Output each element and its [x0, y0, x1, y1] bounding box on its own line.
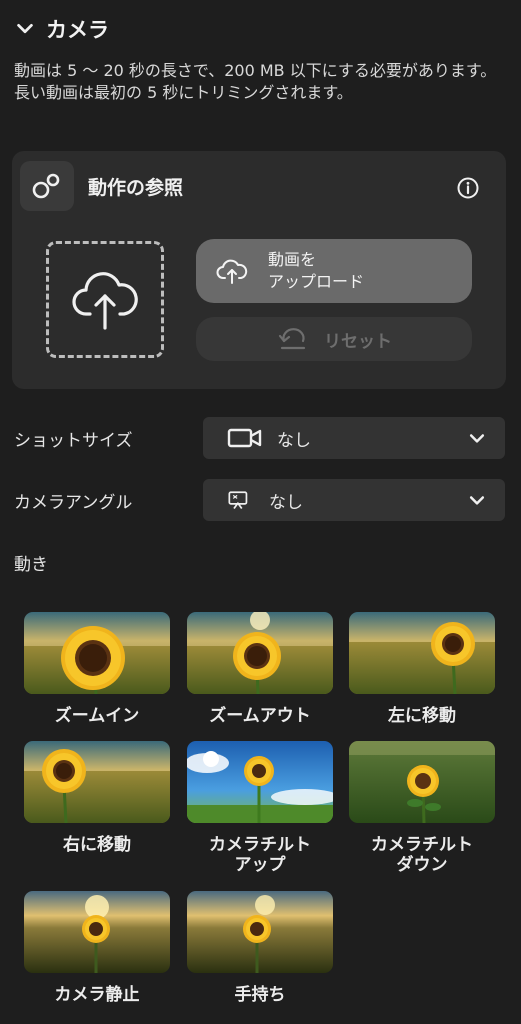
tilt-up-thumbnail	[187, 741, 333, 823]
camera-angle-value: なし	[269, 492, 303, 513]
camera-angle-select[interactable]: なし	[203, 479, 505, 521]
chevron-down-icon	[469, 496, 485, 505]
camera-section-toggle[interactable]: カメラ	[14, 14, 109, 44]
chevron-down-icon	[469, 434, 485, 443]
movement-item-label: 右に移動	[63, 835, 131, 855]
description-text: 動画は 5 〜 20 秒の長さで、200 MB 以下にする必要があります。長い動…	[14, 61, 497, 102]
video-camera-icon	[227, 428, 262, 448]
movement-item-label: カメラチルト	[371, 835, 473, 855]
movement-item-label-line2: アップ	[234, 855, 286, 875]
movement-static[interactable]: カメラ静止	[24, 891, 170, 1005]
movement-move-right[interactable]: 右に移動	[24, 741, 170, 855]
movement-item-label: 左に移動	[388, 706, 456, 726]
card-title: 動作の参照	[88, 177, 184, 199]
reset-button[interactable]: リセット	[196, 317, 472, 361]
movement-item-label-line2: ダウン	[396, 855, 448, 875]
movement-handheld[interactable]: 手持ち	[187, 891, 333, 1005]
zoom-out-thumbnail	[187, 612, 333, 694]
camera-angle-icon	[228, 491, 248, 510]
movement-item-label: 手持ち	[234, 985, 286, 1005]
movement-label: 動き	[14, 555, 48, 575]
chevron-down-icon	[17, 23, 33, 34]
movement-tilt-up[interactable]: カメラチルト アップ	[187, 741, 333, 875]
movement-tilt-down[interactable]: カメラチルト ダウン	[349, 741, 495, 875]
movement-item-label: カメラチルト	[209, 835, 311, 855]
zoom-in-thumbnail	[24, 612, 170, 694]
shot-size-select[interactable]: なし	[203, 417, 505, 459]
reset-button-label: リセット	[324, 331, 392, 352]
motion-reference-icon	[20, 161, 74, 211]
movement-item-label: カメラ静止	[54, 985, 140, 1005]
upload-dropzone[interactable]	[46, 241, 164, 358]
movement-zoom-out[interactable]: ズームアウト	[187, 612, 333, 726]
motion-reference-card: 動作の参照 動画を アップロード リセット	[12, 151, 506, 389]
info-icon[interactable]	[456, 176, 480, 200]
section-title: カメラ	[46, 18, 109, 42]
shot-size-value: なし	[277, 430, 311, 451]
movement-item-label: ズームイン	[54, 706, 140, 726]
shot-size-label: ショットサイズ	[14, 431, 133, 451]
camera-angle-label: カメラアングル	[14, 493, 133, 513]
static-thumbnail	[24, 891, 170, 973]
reset-icon	[278, 328, 306, 350]
upload-video-button[interactable]: 動画を アップロード	[196, 239, 472, 303]
cloud-upload-icon	[216, 259, 248, 284]
move-left-thumbnail	[349, 612, 495, 694]
movement-move-left[interactable]: 左に移動	[349, 612, 495, 726]
handheld-thumbnail	[187, 891, 333, 973]
cloud-upload-icon	[72, 271, 138, 330]
movement-zoom-in[interactable]: ズームイン	[24, 612, 170, 726]
tilt-down-thumbnail	[349, 741, 495, 823]
upload-button-label: 動画を アップロード	[268, 250, 365, 291]
movement-item-label: ズームアウト	[209, 706, 311, 726]
move-right-thumbnail	[24, 741, 170, 823]
